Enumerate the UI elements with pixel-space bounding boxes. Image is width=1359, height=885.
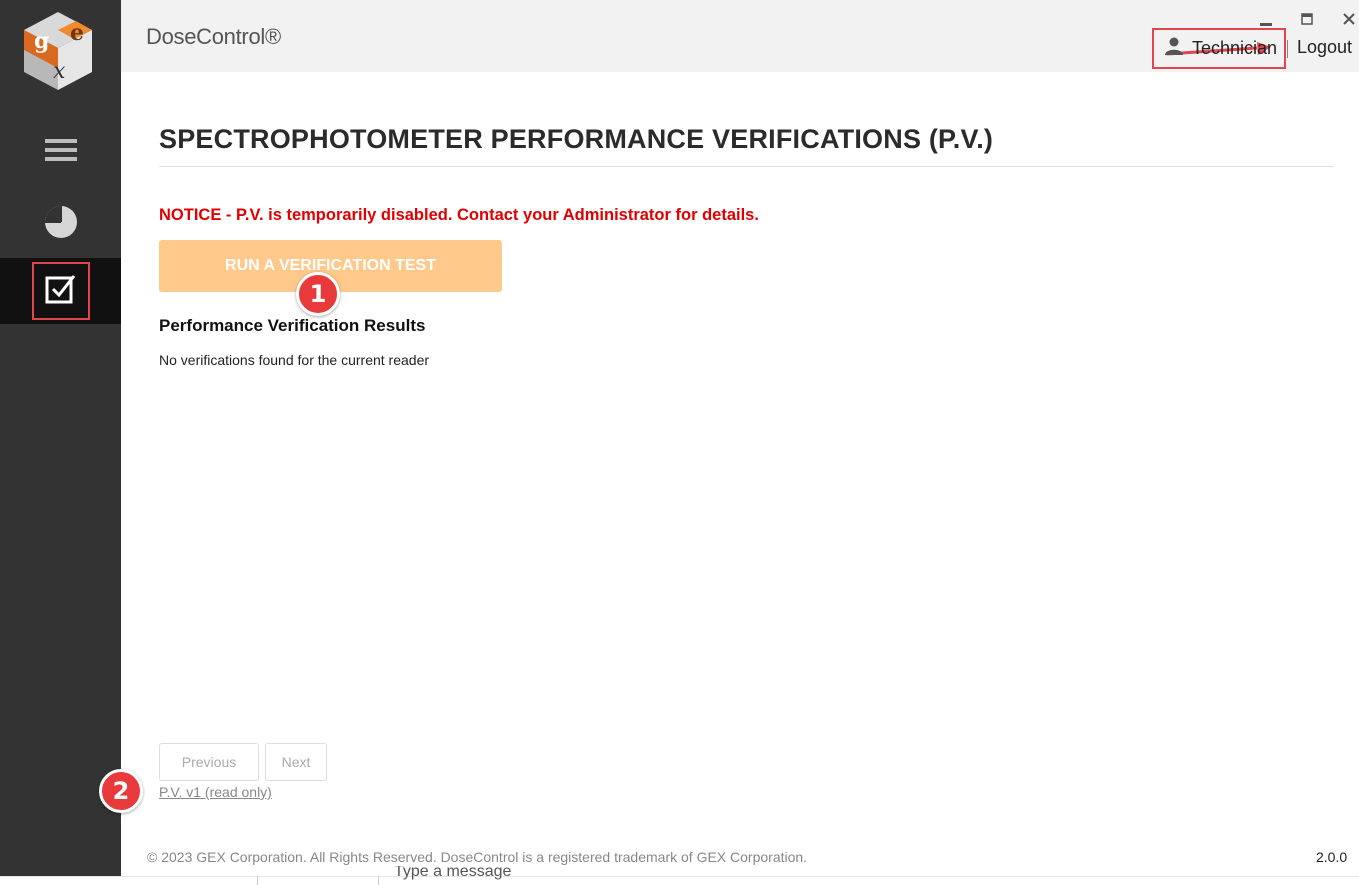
logout-link[interactable]: Logout	[1297, 37, 1352, 58]
pv-version-link[interactable]: P.V. v1 (read only)	[159, 784, 272, 800]
strip-divider	[257, 876, 258, 885]
annotation-highlight-box	[31, 262, 90, 320]
maximize-button[interactable]	[1296, 8, 1318, 30]
pie-chart-icon	[44, 205, 78, 244]
message-placeholder: Type a message	[394, 866, 512, 880]
checkbox-icon	[45, 273, 77, 310]
hamburger-menu-icon	[44, 138, 77, 167]
bottom-chat-strip	[0, 876, 1359, 885]
user-menu[interactable]: Technician	[1152, 28, 1286, 69]
previous-page-button[interactable]: Previous	[159, 743, 259, 781]
sidebar-item-performance-verification[interactable]	[0, 258, 121, 324]
user-icon	[1164, 36, 1184, 61]
results-empty-message: No verifications found for the current r…	[159, 352, 430, 368]
page-title: SPECTROPHOTOMETER PERFORMANCE VERIFICATI…	[159, 124, 994, 154]
sidebar: g e x	[0, 0, 121, 876]
maximize-icon	[1301, 13, 1313, 33]
minimize-button[interactable]	[1255, 8, 1277, 30]
top-header: DoseControl® Technician Logout	[121, 0, 1359, 72]
svg-text:e: e	[70, 20, 84, 46]
app-window: g e x DoseControl® Technician Logout SPE…	[0, 0, 1359, 885]
results-heading: Performance Verification Results	[159, 316, 426, 335]
footer-copyright: © 2023 GEX Corporation. All Rights Reser…	[147, 849, 808, 865]
title-divider	[159, 166, 1334, 167]
notice-message: NOTICE - P.V. is temporarily disabled. C…	[159, 206, 759, 224]
app-version: 2.0.0	[1316, 849, 1348, 865]
annotation-badge-2: 2	[99, 769, 143, 813]
gex-logo: g e x	[20, 8, 96, 94]
close-button[interactable]	[1338, 8, 1359, 30]
sidebar-item-dashboard[interactable]	[0, 192, 121, 256]
header-separator	[1287, 40, 1288, 58]
svg-text:g: g	[34, 28, 49, 54]
strip-divider	[378, 876, 379, 885]
sidebar-item-menu[interactable]	[0, 120, 121, 184]
next-page-button[interactable]: Next	[265, 743, 327, 781]
app-title: DoseControl®	[146, 24, 281, 49]
annotation-badge-1: 1	[296, 272, 340, 316]
message-input[interactable]: Type a message	[394, 866, 511, 885]
close-icon	[1343, 13, 1355, 34]
svg-text:x: x	[53, 59, 66, 84]
user-name: Technician	[1192, 38, 1278, 58]
